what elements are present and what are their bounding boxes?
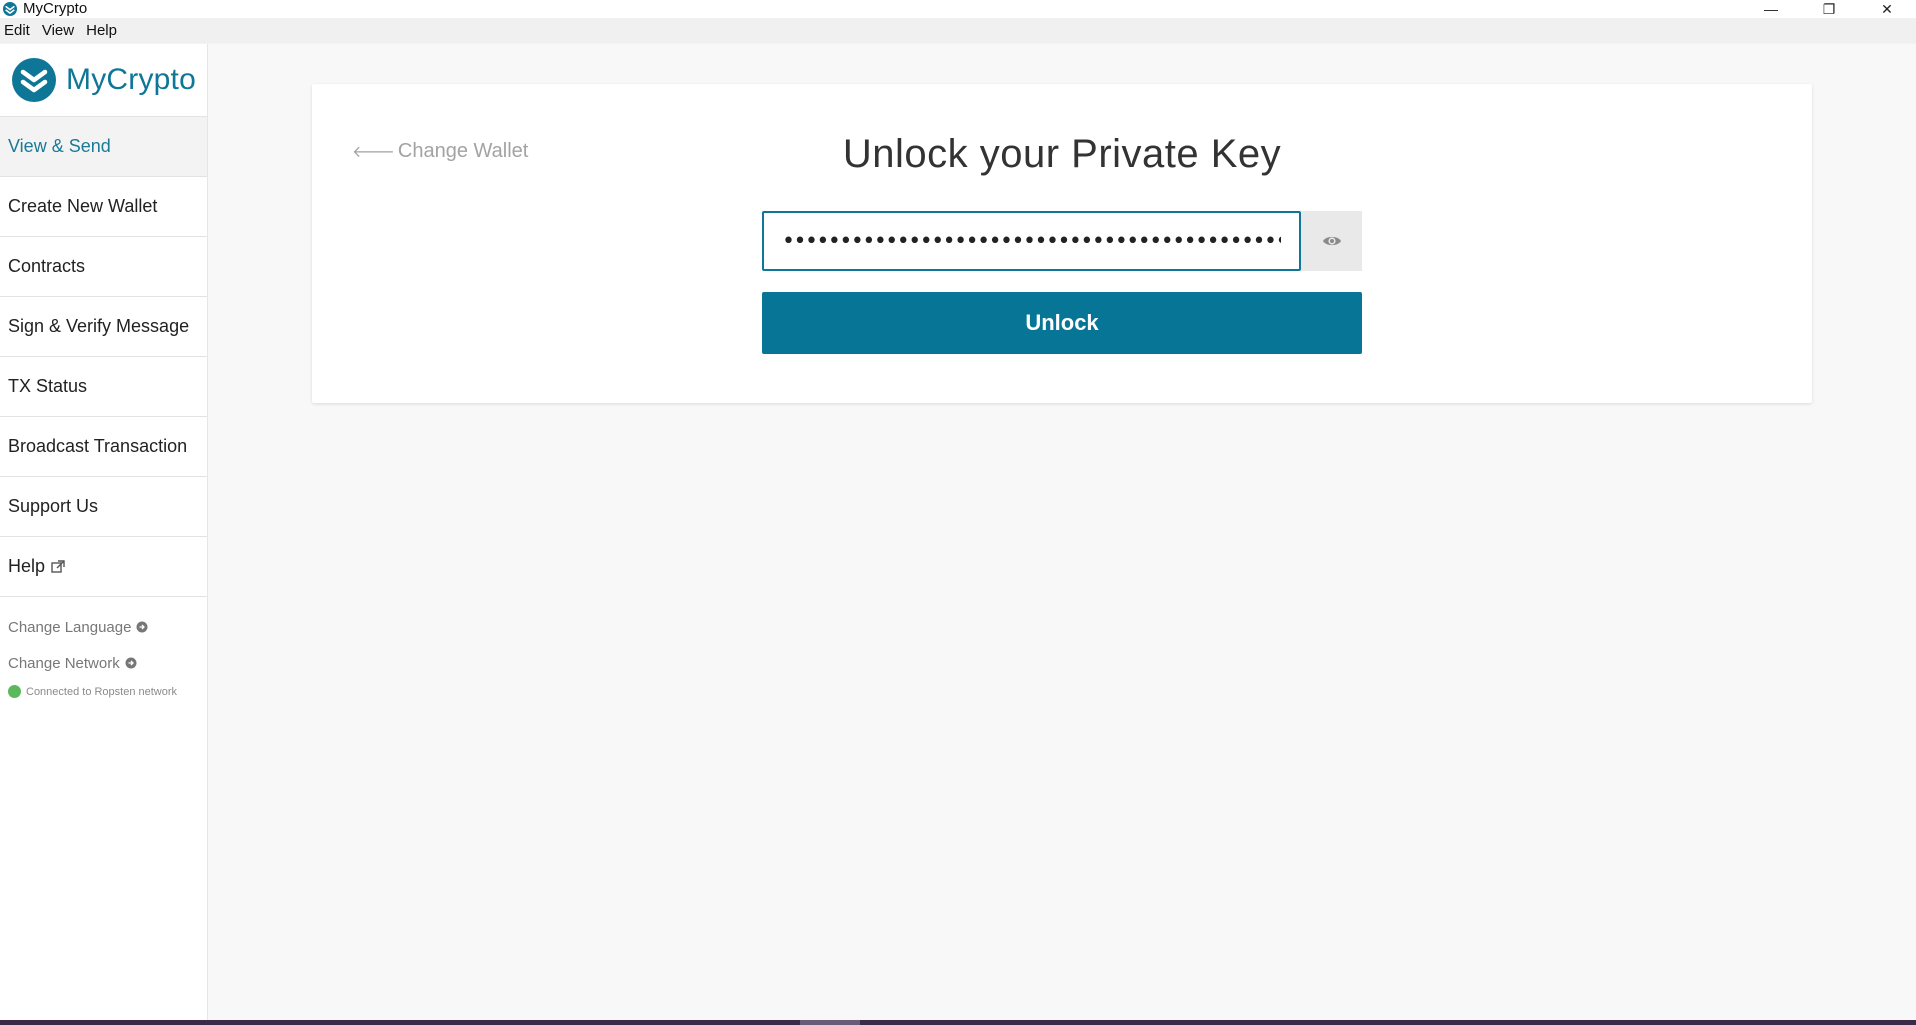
unlock-card: 🡐 Change Wallet Unlock your Private Key … xyxy=(312,84,1812,403)
mycrypto-logo-icon xyxy=(12,58,56,102)
sidebar-item-support-us[interactable]: Support Us xyxy=(0,477,207,537)
change-network-label: Change Network xyxy=(8,654,120,672)
window-title: MyCrypto xyxy=(23,0,88,17)
sidebar-item-tx-status[interactable]: TX Status xyxy=(0,357,207,417)
unlock-button[interactable]: Unlock xyxy=(762,292,1362,354)
sidebar-item-sign-verify-message[interactable]: Sign & Verify Message xyxy=(0,297,207,357)
change-language-link[interactable]: Change Language xyxy=(0,609,207,645)
taskbar-highlight xyxy=(800,1020,860,1025)
menu-help[interactable]: Help xyxy=(82,18,125,44)
sidebar-item-label: Broadcast Transaction xyxy=(8,436,188,456)
sidebar-item-broadcast-transaction[interactable]: Broadcast Transaction xyxy=(0,417,207,477)
sidebar-item-help[interactable]: Help xyxy=(0,537,207,597)
change-language-label: Change Language xyxy=(8,618,132,636)
sidebar-item-label: View & Send xyxy=(8,136,111,156)
arrow-circle-right-icon xyxy=(125,657,137,669)
menu-edit[interactable]: Edit xyxy=(0,18,38,44)
sidebar-item-label: Support Us xyxy=(8,496,99,516)
change-network-link[interactable]: Change Network xyxy=(0,645,207,681)
eye-icon xyxy=(1322,236,1341,246)
brand-header[interactable]: MyCrypto xyxy=(0,44,207,117)
menu-view[interactable]: View xyxy=(38,18,82,44)
close-button[interactable]: ✕ xyxy=(1858,0,1916,18)
sidebar-item-label: Contracts xyxy=(8,256,86,276)
window-controls: — ❐ ✕ xyxy=(1742,0,1916,18)
brand-name: MyCrypto xyxy=(66,63,196,96)
title-bar: MyCrypto — ❐ ✕ xyxy=(0,0,1916,18)
private-key-row xyxy=(762,211,1362,271)
sidebar-item-label: Sign & Verify Message xyxy=(8,316,190,336)
status-dot-icon xyxy=(8,685,21,698)
network-status-text: Connected to Ropsten network xyxy=(26,685,178,698)
toggle-visibility-button[interactable] xyxy=(1301,211,1362,271)
taskbar-strip xyxy=(0,1020,1916,1025)
external-link-icon xyxy=(51,559,65,574)
mycrypto-logo-icon xyxy=(2,1,18,17)
sidebar-item-contracts[interactable]: Contracts xyxy=(0,237,207,297)
sidebar-item-create-new-wallet[interactable]: Create New Wallet xyxy=(0,177,207,237)
sidebar-item-label: Create New Wallet xyxy=(8,196,158,216)
page-title: Unlock your Private Key xyxy=(842,132,1282,176)
sidebar-item-view-send[interactable]: View & Send xyxy=(0,117,207,177)
menu-bar: Edit View Help xyxy=(0,18,1916,44)
sidebar-item-label: TX Status xyxy=(8,376,88,396)
minimize-button[interactable]: — xyxy=(1742,0,1800,18)
network-status: Connected to Ropsten network xyxy=(0,685,207,698)
sidebar-item-label: Help xyxy=(8,556,46,576)
restore-button[interactable]: ❐ xyxy=(1800,0,1858,18)
sidebar: MyCrypto View & Send Create New Wallet C… xyxy=(0,44,208,1020)
arrow-circle-right-icon xyxy=(136,621,148,633)
private-key-input[interactable] xyxy=(762,211,1301,271)
